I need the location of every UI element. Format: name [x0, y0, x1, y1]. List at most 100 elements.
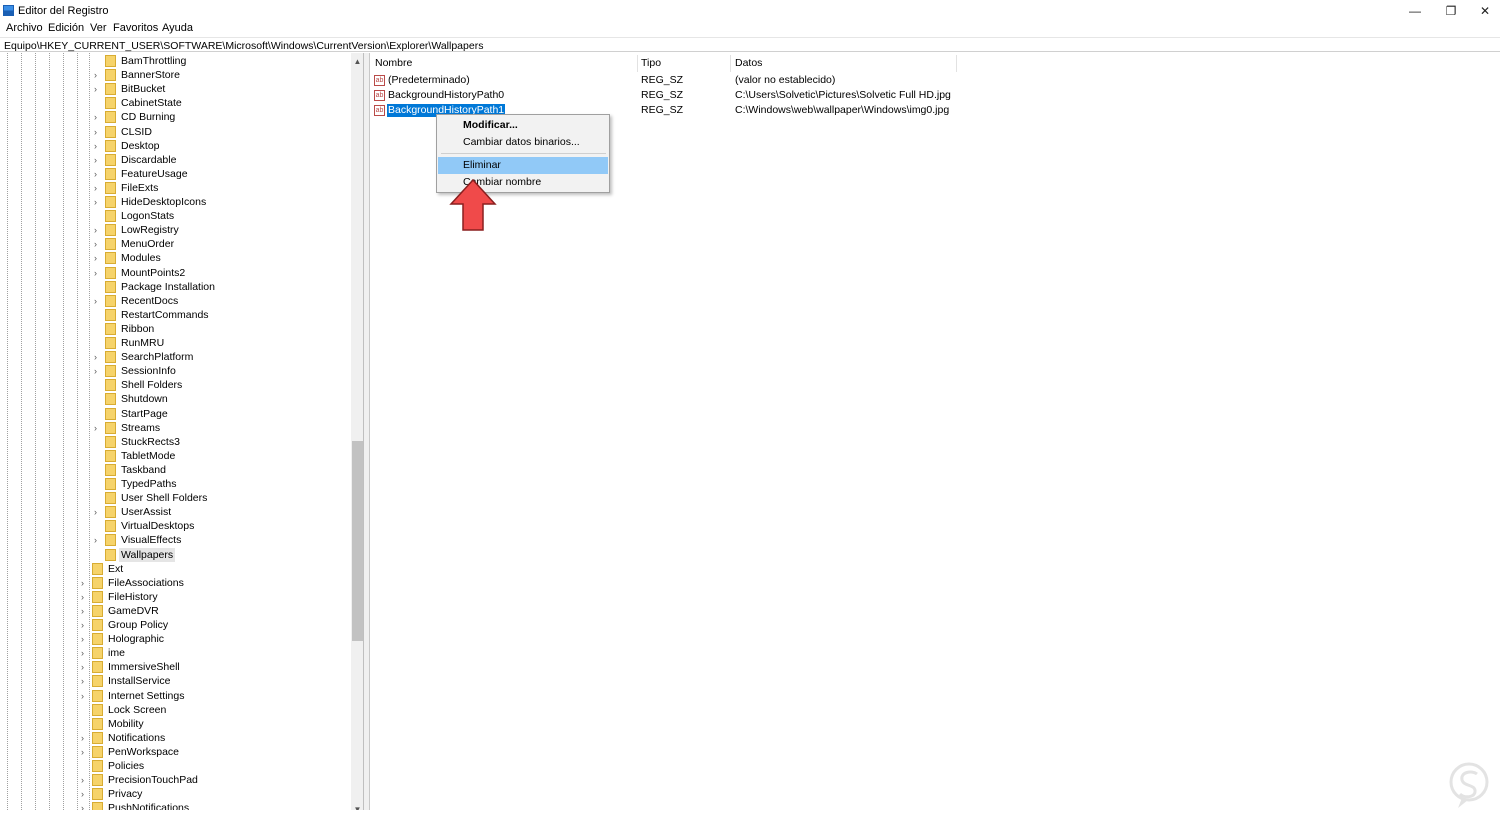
menu-item-modificar[interactable]: Modificar...: [438, 117, 608, 134]
tree-item-label: BannerStore: [121, 69, 180, 82]
menu-ayuda[interactable]: Ayuda: [162, 22, 193, 34]
expand-chevron-icon[interactable]: ›: [94, 197, 102, 207]
expand-chevron-icon[interactable]: ›: [94, 423, 102, 433]
expand-chevron-icon[interactable]: ›: [94, 507, 102, 517]
expand-chevron-icon[interactable]: ›: [81, 620, 89, 630]
pane-splitter[interactable]: [364, 53, 370, 810]
expand-chevron-icon[interactable]: ›: [81, 747, 89, 757]
value-row[interactable]: ab BackgroundHistoryPath0 REG_SZ C:\Users\S…: [371, 88, 971, 103]
tree-item-label: Privacy: [108, 788, 143, 801]
scroll-down-icon[interactable]: ▼: [351, 803, 363, 810]
tree-item-label: FeatureUsage: [121, 167, 188, 180]
expand-chevron-icon[interactable]: ›: [94, 268, 102, 278]
expand-chevron-icon[interactable]: ›: [94, 535, 102, 545]
tree-item-label: Shutdown: [121, 393, 168, 406]
tree-item-label: FileHistory: [108, 590, 158, 603]
folder-icon: [105, 534, 116, 547]
scroll-up-icon[interactable]: ▲: [351, 55, 363, 68]
menu-ver[interactable]: Ver: [90, 22, 107, 34]
tree-item-label: ime: [108, 647, 125, 660]
tree-item-label: Taskband: [121, 463, 166, 476]
folder-icon: [105, 55, 116, 67]
tree-item-label: FileExts: [121, 181, 159, 194]
expand-chevron-icon[interactable]: ›: [81, 803, 89, 810]
expand-chevron-icon[interactable]: ›: [81, 606, 89, 616]
folder-icon: [92, 689, 103, 702]
menu-edicion[interactable]: Edición: [48, 22, 84, 34]
expand-chevron-icon[interactable]: ›: [94, 296, 102, 306]
menu-item-eliminar[interactable]: Eliminar: [438, 157, 608, 174]
tree-scrollbar[interactable]: ▲ ▼: [351, 53, 363, 810]
tree-item-label: MountPoints2: [121, 266, 186, 279]
close-button[interactable]: ✕: [1466, 0, 1500, 21]
expand-chevron-icon[interactable]: ›: [94, 225, 102, 235]
expand-chevron-icon[interactable]: ›: [94, 141, 102, 151]
expand-chevron-icon[interactable]: ›: [94, 155, 102, 165]
expand-chevron-icon[interactable]: ›: [94, 239, 102, 249]
menu-item-cambiar-datos-binarios[interactable]: Cambiar datos binarios...: [438, 134, 608, 151]
folder-icon: [105, 111, 116, 124]
column-header-tipo[interactable]: Tipo: [637, 55, 731, 72]
address-path[interactable]: Equipo\HKEY_CURRENT_USER\SOFTWARE\Micros…: [4, 40, 483, 52]
tree-item-label: StartPage: [121, 407, 168, 420]
folder-icon: [105, 435, 116, 448]
key-tree[interactable]: BamThrottling › BannerStore › BitBucket Cabin…: [0, 53, 364, 810]
expand-chevron-icon[interactable]: ›: [81, 789, 89, 799]
value-name: BackgroundHistoryPath0: [388, 89, 505, 101]
expand-chevron-icon[interactable]: ›: [94, 366, 102, 376]
folder-icon: [105, 379, 116, 392]
expand-chevron-icon[interactable]: ›: [94, 352, 102, 362]
expand-chevron-icon[interactable]: ›: [81, 662, 89, 672]
folder-icon: [92, 703, 103, 716]
restore-icon: ❐: [1445, 3, 1457, 18]
expand-chevron-icon[interactable]: ›: [81, 691, 89, 701]
tree-item-label: CD Burning: [121, 111, 176, 124]
expand-chevron-icon[interactable]: ›: [81, 775, 89, 785]
menu-separator: [441, 153, 606, 154]
tree-item-label: PrecisionTouchPad: [108, 774, 198, 787]
folder-icon: [105, 266, 116, 279]
value-row[interactable]: ab (Predeterminado) REG_SZ (valor no establ…: [371, 73, 971, 88]
folder-icon: [105, 393, 116, 406]
expand-chevron-icon[interactable]: ›: [94, 70, 102, 80]
folder-icon: [92, 802, 103, 810]
column-header-nombre[interactable]: Nombre: [371, 55, 638, 72]
folder-icon: [105, 224, 116, 237]
folder-icon: [105, 97, 116, 110]
folder-icon: [105, 337, 116, 349]
expand-chevron-icon[interactable]: ›: [94, 84, 102, 94]
value-data: (valor no establecido): [735, 74, 836, 86]
tree-item-label: Streams: [121, 421, 161, 434]
expand-chevron-icon[interactable]: ›: [81, 733, 89, 743]
value-type: REG_SZ: [641, 104, 684, 116]
tree-item-label: PushNotifications: [108, 802, 190, 810]
expand-chevron-icon[interactable]: ›: [94, 112, 102, 122]
expand-chevron-icon[interactable]: ›: [81, 634, 89, 644]
menu-bar: Archivo Edición Ver Favoritos Ayuda: [0, 21, 1500, 36]
tree-guide-line: [63, 53, 64, 810]
expand-chevron-icon[interactable]: ›: [94, 183, 102, 193]
tree-item-label: RecentDocs: [121, 294, 179, 307]
tree-item-label: Wallpapers: [119, 547, 176, 562]
minimize-button[interactable]: —: [1396, 0, 1434, 21]
scroll-thumb[interactable]: [352, 441, 363, 641]
folder-icon: [105, 167, 116, 180]
address-bar[interactable]: Equipo\HKEY_CURRENT_USER\SOFTWARE\Micros…: [0, 37, 1500, 52]
expand-chevron-icon[interactable]: ›: [94, 169, 102, 179]
menu-archivo[interactable]: Archivo: [6, 22, 43, 34]
column-header-datos[interactable]: Datos: [731, 55, 957, 72]
expand-chevron-icon[interactable]: ›: [81, 648, 89, 658]
folder-icon: [92, 675, 103, 688]
menu-favoritos[interactable]: Favoritos: [113, 22, 158, 34]
expand-chevron-icon[interactable]: ›: [94, 127, 102, 137]
tree-item-label: VisualEffects: [121, 534, 182, 547]
folder-icon: [105, 421, 116, 434]
expand-chevron-icon[interactable]: ›: [94, 253, 102, 263]
tree-item-label: MenuOrder: [121, 238, 175, 251]
expand-chevron-icon[interactable]: ›: [81, 578, 89, 588]
folder-icon: [92, 590, 103, 603]
expand-chevron-icon[interactable]: ›: [81, 676, 89, 686]
folder-icon: [105, 125, 116, 138]
restore-button[interactable]: ❐: [1432, 0, 1470, 21]
expand-chevron-icon[interactable]: ›: [81, 592, 89, 602]
